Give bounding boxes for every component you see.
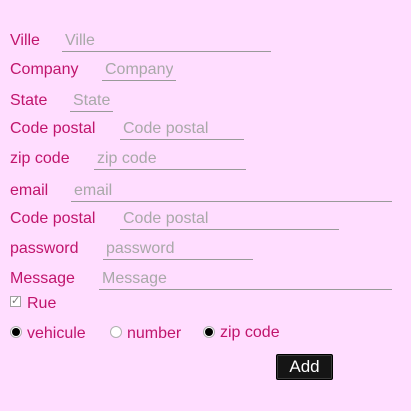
add-button[interactable]: Add: [276, 354, 333, 380]
email-label: email: [10, 182, 49, 199]
state-input[interactable]: [70, 90, 113, 112]
radio-zip-code[interactable]: [203, 326, 215, 338]
rue-label: Rue: [27, 295, 57, 312]
message-input[interactable]: [99, 268, 392, 290]
radio-vehicule-label: vehicule: [27, 325, 86, 342]
company-label: Company: [10, 61, 79, 78]
code-postal-2-label: Code postal: [10, 210, 96, 227]
ville-input[interactable]: [62, 30, 271, 52]
password-label: password: [10, 240, 79, 257]
radio-vehicule[interactable]: [10, 326, 22, 338]
radio-number-label: number: [127, 325, 182, 342]
rue-checkbox[interactable]: ✓: [10, 296, 21, 307]
company-input[interactable]: [102, 59, 176, 81]
zip-code-label: zip code: [10, 150, 70, 167]
ville-label: Ville: [10, 32, 40, 49]
radio-zip-code-label: zip code: [220, 324, 280, 341]
code-postal-input[interactable]: [120, 118, 244, 140]
message-label: Message: [10, 270, 75, 287]
email-input[interactable]: [71, 180, 392, 202]
radio-number[interactable]: [110, 326, 122, 338]
code-postal-label: Code postal: [10, 120, 96, 137]
state-label: State: [10, 92, 48, 109]
code-postal-2-input[interactable]: [120, 208, 339, 230]
zip-code-input[interactable]: [94, 148, 246, 170]
password-input[interactable]: [103, 238, 253, 260]
